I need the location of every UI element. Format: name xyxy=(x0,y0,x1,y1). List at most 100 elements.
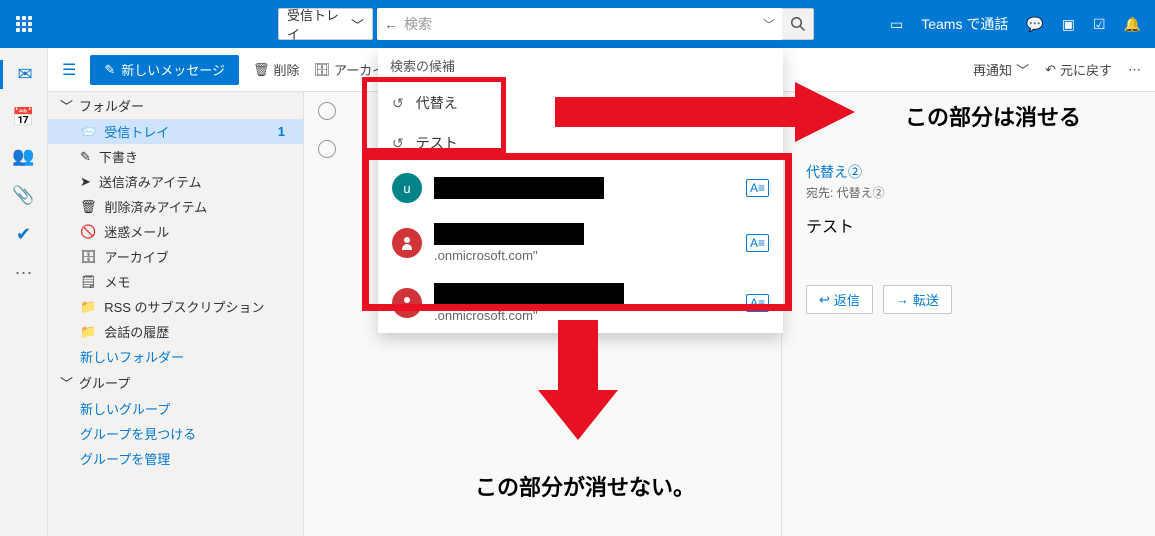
chevron-down-icon: ﹀ xyxy=(351,15,364,34)
new-message-button[interactable]: ✎ 新しいメッセージ xyxy=(90,55,239,85)
folder-archive[interactable]: 🗄 アーカイブ xyxy=(48,244,303,269)
redacted-name xyxy=(434,283,624,305)
app-launcher-button[interactable] xyxy=(0,0,48,48)
trash-icon: 🗑 xyxy=(80,199,97,215)
people-module-button[interactable]: 👥 xyxy=(12,146,34,167)
inbox-icon: 📨 xyxy=(80,124,96,140)
folder-icon: 📁 xyxy=(80,324,96,340)
history-icon: ↺ xyxy=(392,95,404,112)
folder-notes[interactable]: 🗒 メモ xyxy=(48,269,303,294)
find-group-link[interactable]: グループを見つける xyxy=(48,421,303,446)
files-module-button[interactable]: 📎 xyxy=(12,185,34,206)
search-history-item[interactable]: ↺ テスト xyxy=(378,123,783,163)
archive-icon: 🗄 xyxy=(314,62,331,78)
waffle-icon xyxy=(16,16,32,32)
undo-button[interactable]: ↶ 元に戻す xyxy=(1045,60,1112,79)
folder-deleted[interactable]: 🗑 削除済みアイテム xyxy=(48,194,303,219)
search-input[interactable] xyxy=(404,9,763,39)
left-rail: ✉ 📅 👥 📎 ✔ ⋯ xyxy=(0,48,48,536)
delete-button[interactable]: 🗑 削除 xyxy=(253,60,300,79)
redacted-name xyxy=(434,223,584,245)
notifications-icon[interactable]: 🔔 xyxy=(1124,16,1141,33)
search-history-item[interactable]: ↺ 代替え xyxy=(378,83,783,123)
back-icon[interactable]: ← xyxy=(384,16,398,32)
folder-sent[interactable]: ➤ 送信済みアイテム xyxy=(48,169,303,194)
more-actions-button[interactable]: ⋯ xyxy=(1128,62,1141,78)
contact-card-icon[interactable]: A≡ xyxy=(746,294,769,312)
redacted-name xyxy=(434,177,604,199)
forward-icon: → xyxy=(896,292,909,307)
avatar xyxy=(392,288,422,318)
task-pane-icon[interactable]: ☑ xyxy=(1093,16,1106,33)
reply-icon: ↩ xyxy=(819,292,830,308)
teams-call-button[interactable]: Teams で通話 xyxy=(921,14,1008,34)
search-suggestions-dropdown: 検索の候補 ↺ 代替え ↺ テスト u A≡ .onmicrosoft.com"… xyxy=(378,48,783,333)
search-scope-dropdown[interactable]: 受信トレイ ﹀ xyxy=(278,8,373,40)
todo-module-button[interactable]: ✔ xyxy=(16,224,31,245)
contact-card-icon[interactable]: A≡ xyxy=(746,234,769,252)
search-icon xyxy=(790,16,806,32)
nav-toggle-button[interactable]: ☰ xyxy=(62,60,76,80)
chevron-down-icon: ﹀ xyxy=(1016,60,1029,79)
search-button[interactable] xyxy=(782,8,814,40)
folder-icon: 📁 xyxy=(80,299,96,315)
header-right: ▭ Teams で通話 💬 ▣ ☑ 🔔 xyxy=(890,14,1155,34)
new-group-link[interactable]: 新しいグループ xyxy=(48,396,303,421)
archive-icon: 🗄 xyxy=(80,249,97,265)
annotation-text: この部分が消せない。 xyxy=(475,470,695,502)
undo-icon: ↶ xyxy=(1045,62,1056,78)
video-icon[interactable]: ▭ xyxy=(890,16,903,33)
folder-junk[interactable]: 🚫 迷惑メール xyxy=(48,219,303,244)
folders-section-header[interactable]: ﹀ フォルダー xyxy=(48,92,303,119)
junk-icon: 🚫 xyxy=(80,224,96,240)
avatar: u xyxy=(392,173,422,203)
people-suggestion[interactable]: .onmicrosoft.com" A≡ xyxy=(378,273,783,333)
app-header: 受信トレイ ﹀ ← ﹀ ▭ Teams で通話 💬 ▣ ☑ 🔔 xyxy=(0,0,1155,48)
message-from[interactable]: 代替え② xyxy=(806,162,1131,182)
mail-module-button[interactable]: ✉ xyxy=(0,60,47,89)
forward-button[interactable]: → 転送 xyxy=(883,285,952,314)
avatar xyxy=(392,228,422,258)
more-modules-button[interactable]: ⋯ xyxy=(15,263,33,284)
manage-group-link[interactable]: グループを管理 xyxy=(48,446,303,471)
annotation-text: この部分は消せる xyxy=(905,100,1081,132)
message-to: 宛先: 代替え② xyxy=(806,184,1131,201)
email-domain: .onmicrosoft.com" xyxy=(434,248,538,263)
search-scope-label: 受信トレイ xyxy=(287,5,351,43)
select-checkbox[interactable] xyxy=(318,102,336,120)
compose-icon: ✎ xyxy=(104,62,115,78)
sent-icon: ➤ xyxy=(80,174,91,190)
chevron-down-icon: ﹀ xyxy=(60,96,73,115)
message-subject: テスト xyxy=(806,213,1131,237)
inbox-unread-count: 1 xyxy=(278,124,295,139)
history-icon: ↺ xyxy=(392,135,404,152)
reply-button[interactable]: ↩ 返信 xyxy=(806,285,873,314)
groups-section-header[interactable]: ﹀ グループ xyxy=(48,369,303,396)
drafts-icon: ✎ xyxy=(80,149,91,165)
people-suggestion[interactable]: u A≡ xyxy=(378,163,783,213)
new-folder-link[interactable]: 新しいフォルダー xyxy=(48,344,303,369)
folder-rss[interactable]: 📁 RSS のサブスクリプション xyxy=(48,294,303,319)
trash-icon: 🗑 xyxy=(253,62,270,78)
select-checkbox[interactable] xyxy=(318,140,336,158)
folder-inbox[interactable]: 📨 受信トレイ 1 xyxy=(48,119,303,144)
people-suggestion[interactable]: .onmicrosoft.com" A≡ xyxy=(378,213,783,273)
notes-icon: 🗒 xyxy=(80,274,97,290)
calendar-share-icon[interactable]: ▣ xyxy=(1062,16,1075,33)
suggestions-header: 検索の候補 xyxy=(378,48,783,83)
contact-card-icon[interactable]: A≡ xyxy=(746,179,769,197)
chat-icon[interactable]: 💬 xyxy=(1026,16,1043,33)
search-box[interactable]: ← ﹀ xyxy=(377,8,782,40)
chevron-down-icon[interactable]: ﹀ xyxy=(763,16,775,33)
chevron-down-icon: ﹀ xyxy=(60,373,73,392)
snooze-button[interactable]: 再通知 ﹀ xyxy=(973,60,1029,79)
email-domain: .onmicrosoft.com" xyxy=(434,308,538,323)
search-container: ← ﹀ xyxy=(377,8,814,40)
person-icon xyxy=(399,295,415,311)
folder-pane: ﹀ フォルダー 📨 受信トレイ 1 ✎ 下書き ➤ 送信済みアイテム 🗑 削除済… xyxy=(48,92,304,536)
calendar-module-button[interactable]: 📅 xyxy=(12,107,34,128)
folder-drafts[interactable]: ✎ 下書き xyxy=(48,144,303,169)
folder-conversation-history[interactable]: 📁 会話の履歴 xyxy=(48,319,303,344)
new-message-label: 新しいメッセージ xyxy=(121,60,225,79)
reading-pane: 代替え② 宛先: 代替え② テスト ↩ 返信 → 転送 xyxy=(782,92,1155,536)
